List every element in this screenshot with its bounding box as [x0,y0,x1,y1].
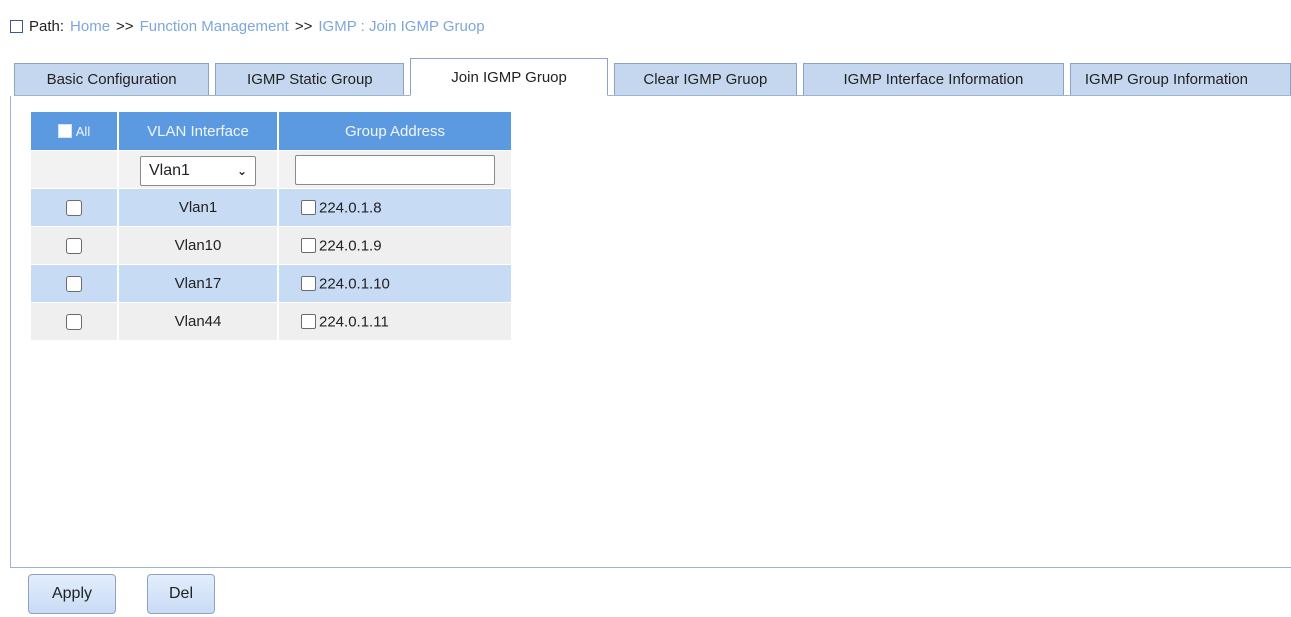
address-text: 224.0.1.10 [319,275,390,293]
tab-join-igmp-group[interactable]: Join IGMP Gruop [410,58,608,96]
join-group-table: All VLAN Interface Group Address Vlan1 ⌄… [31,112,511,340]
address-text: 224.0.1.8 [319,199,382,217]
filter-empty-cell [31,150,119,188]
table-header-row: All VLAN Interface Group Address [31,112,511,150]
path-square-icon [10,20,23,33]
row-select-cell [31,188,119,226]
table-row: Vlan44 224.0.1.11 [31,302,511,340]
address-checkbox[interactable] [301,314,316,330]
tab-igmp-group-information[interactable]: IGMP Group Information [1069,63,1291,95]
row-select-cell [31,264,119,302]
group-address-input[interactable] [295,154,495,185]
vlan-select-value: Vlan1 [149,161,190,179]
filter-row: Vlan1 ⌄ [31,150,511,188]
row-select-cell [31,226,119,264]
content-panel: All VLAN Interface Group Address Vlan1 ⌄… [10,96,1291,568]
tab-bar: Basic Configuration IGMP Static Group Jo… [14,58,1291,96]
breadcrumb-separator: >> [116,18,134,35]
path-label: Path: [29,18,65,35]
table-row: Vlan10 224.0.1.9 [31,226,511,264]
select-all-label: All [75,123,91,139]
breadcrumb-home[interactable]: Home [70,18,110,35]
breadcrumb-separator: >> [294,18,313,35]
chevron-down-icon: ⌄ [236,163,247,178]
tab-clear-igmp-group[interactable]: Clear IGMP Gruop [613,63,797,95]
vlan-cell: Vlan17 [119,264,279,302]
delete-button[interactable]: Del [147,574,215,614]
header-group-address: Group Address [279,112,511,150]
tab-igmp-static-group[interactable]: IGMP Static Group [215,63,405,95]
breadcrumb: Path: Home >> Function Management >> IGM… [10,18,485,35]
address-text: 224.0.1.9 [319,237,382,255]
vlan-cell: Vlan1 [119,188,279,226]
tab-basic-configuration[interactable]: Basic Configuration [14,63,210,95]
select-all-checkbox[interactable] [57,124,72,138]
breadcrumb-function-management[interactable]: Function Management [140,18,289,35]
address-text: 224.0.1.11 [319,313,389,331]
header-vlan-interface: VLAN Interface [119,112,279,150]
vlan-select[interactable]: Vlan1 ⌄ [140,155,256,186]
breadcrumb-current[interactable]: IGMP : Join IGMP Gruop [318,18,484,35]
address-checkbox[interactable] [301,200,316,216]
table-row: Vlan1 224.0.1.8 [31,188,511,226]
address-cell: 224.0.1.10 [279,264,511,302]
row-select-cell [31,302,119,340]
header-select-all[interactable]: All [31,112,119,150]
vlan-cell: Vlan44 [119,302,279,340]
address-cell: 224.0.1.11 [279,302,511,340]
filter-group-cell [279,150,511,188]
filter-vlan-cell: Vlan1 ⌄ [119,150,279,188]
row-checkbox[interactable] [66,314,82,331]
row-checkbox[interactable] [66,238,82,255]
address-checkbox[interactable] [301,276,316,292]
apply-button[interactable]: Apply [28,574,116,614]
table-row: Vlan17 224.0.1.10 [31,264,511,302]
address-cell: 224.0.1.8 [279,188,511,226]
address-cell: 224.0.1.9 [279,226,511,264]
address-checkbox[interactable] [301,238,316,254]
tab-igmp-interface-information[interactable]: IGMP Interface Information [802,63,1064,95]
row-checkbox[interactable] [66,276,82,293]
row-checkbox[interactable] [66,200,82,217]
vlan-cell: Vlan10 [119,226,279,264]
